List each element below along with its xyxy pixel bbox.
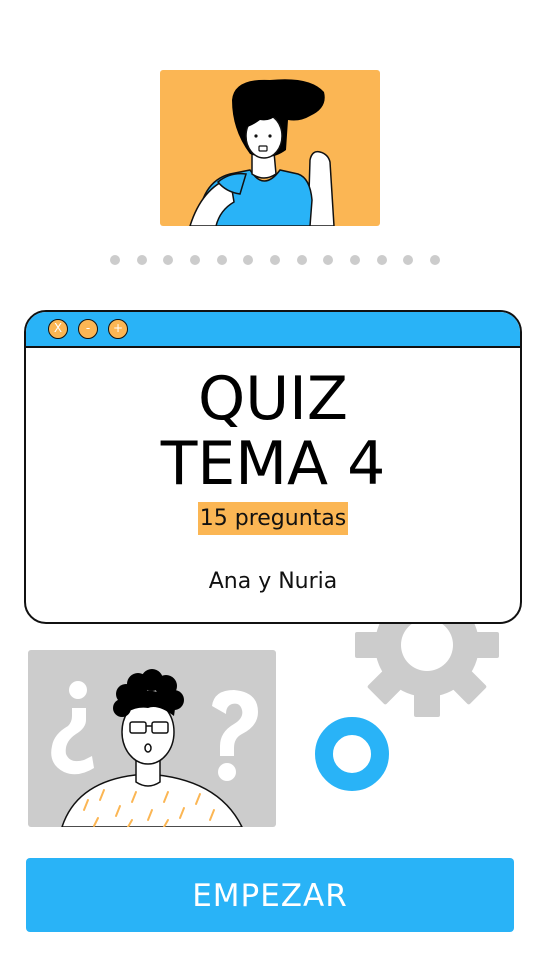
progress-dot: [296, 255, 307, 265]
progress-dot: [243, 255, 254, 265]
progress-dot: [189, 255, 200, 265]
start-button[interactable]: EMPEZAR: [26, 858, 514, 932]
progress-dot: [216, 255, 227, 265]
progress-dot: [163, 255, 174, 265]
maximize-window-button[interactable]: +: [108, 319, 128, 339]
progress-dot: [349, 255, 360, 265]
ring-icon: [314, 716, 390, 792]
authors: Ana y Nuria: [208, 569, 338, 594]
minimize-window-button[interactable]: -: [78, 319, 98, 339]
question-count: 15 preguntas: [197, 502, 349, 535]
progress-dot: [136, 255, 147, 265]
window-titlebar: X - +: [26, 312, 520, 348]
progress-dot: [110, 255, 120, 265]
progress-dot: [403, 255, 414, 265]
progress-dots: [110, 255, 440, 267]
quiz-card: X - + QUIZ TEMA 4 15 preguntas Ana y Nur…: [24, 310, 522, 624]
progress-dot: [429, 255, 440, 265]
close-window-button[interactable]: X: [48, 319, 68, 339]
quiz-topic: TEMA 4: [160, 429, 386, 499]
person-waving-icon: [189, 79, 335, 226]
progress-dot: [376, 255, 387, 265]
thinking-person-question-marks-icon: [28, 650, 276, 827]
progress-dot: [269, 255, 280, 265]
header-illustration: [160, 70, 380, 226]
progress-dot: [323, 255, 334, 265]
quiz-title: QUIZ: [198, 364, 348, 434]
